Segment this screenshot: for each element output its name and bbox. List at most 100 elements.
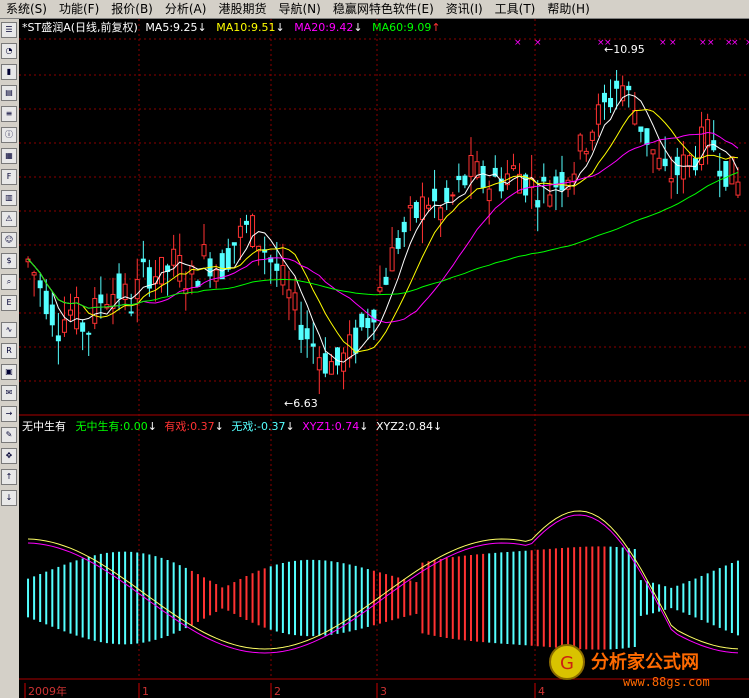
candle-body: [316, 357, 322, 371]
candle-body: [426, 204, 432, 209]
candle-body: [668, 178, 674, 183]
candle-body: [450, 194, 456, 197]
users-icon[interactable]: ☺: [1, 232, 17, 248]
candle-body: [250, 215, 256, 247]
signal-marker: ×: [669, 38, 677, 48]
candle-body: [462, 175, 468, 186]
main-legend: *ST盛润A(日线,前复权) MA5:9.25↓ MA10:9.51↓ MA20…: [22, 21, 441, 34]
candle-body: [322, 353, 328, 374]
candle-body: [662, 158, 668, 167]
x-axis-label: 2009年: [28, 684, 67, 698]
candle-body: [371, 309, 377, 323]
wave-icon[interactable]: ∿: [1, 322, 17, 338]
indicator-main-value: 无中生有:0.00: [75, 420, 148, 433]
calc-icon[interactable]: ▣: [1, 364, 17, 380]
candle-body: [201, 244, 207, 257]
signal-marker: ×: [534, 38, 542, 48]
candle-body: [292, 292, 298, 311]
signal-marker: ×: [745, 38, 749, 48]
quote-list-icon[interactable]: ☰: [1, 22, 17, 38]
candle-body: [717, 170, 723, 177]
menu-sys[interactable]: 系统(S): [0, 0, 53, 18]
indicator-name: 无中生有: [22, 420, 66, 433]
candle-body: [735, 181, 741, 196]
candle-body: [626, 85, 632, 91]
exit-icon[interactable]: →: [1, 406, 17, 422]
signal-marker: ×: [699, 38, 707, 48]
menu-help[interactable]: 帮助(H): [541, 0, 595, 18]
candle-body: [510, 165, 516, 170]
candle-body: [547, 194, 553, 207]
pen-icon[interactable]: ✎: [1, 427, 17, 443]
candle-body: [389, 247, 395, 272]
candle-body: [359, 313, 365, 328]
menu-tools[interactable]: 工具(T): [489, 0, 542, 18]
candle-body: [37, 280, 43, 289]
etf-icon[interactable]: E: [1, 295, 17, 311]
signal-marker: ×: [514, 38, 522, 48]
down-arrow-icon[interactable]: ↓: [1, 490, 17, 506]
menu-special[interactable]: 稳赢网特色软件(E): [327, 0, 440, 18]
candle-body: [159, 256, 165, 285]
candle-body: [298, 324, 304, 340]
candle-body: [286, 289, 292, 299]
x-axis-label: 4: [538, 685, 545, 698]
candle-body: [353, 327, 359, 354]
candle-body: [55, 335, 61, 342]
search-icon[interactable]: ⌕: [1, 274, 17, 290]
down-arrow-icon: ↓: [197, 21, 207, 34]
tick-icon[interactable]: ▥: [1, 190, 17, 206]
candle-body: [686, 155, 692, 168]
f10-icon[interactable]: F: [1, 169, 17, 185]
candle-body: [49, 304, 55, 326]
candle-body: [43, 290, 49, 315]
low-price-label: ←6.63: [284, 397, 318, 410]
menu-analysis[interactable]: 分析(A): [159, 0, 213, 18]
candle-body: [86, 332, 92, 335]
candle-body: [638, 126, 644, 132]
minute-chart-icon[interactable]: ◔: [1, 43, 17, 59]
candle-body: [456, 175, 462, 181]
bar-chart-icon[interactable]: ▤: [1, 85, 17, 101]
up-arrow-icon[interactable]: ↑: [1, 469, 17, 485]
x-axis-label: 3: [380, 685, 387, 698]
candle-body: [432, 188, 438, 202]
candle-body: [608, 97, 614, 108]
youxi-value: 有戏:0.37: [164, 420, 215, 433]
signal-icon[interactable]: ⚠: [1, 211, 17, 227]
news-icon[interactable]: ✉: [1, 385, 17, 401]
candle-body: [334, 347, 340, 366]
candle-body: [577, 134, 583, 152]
menu-nav[interactable]: 导航(N): [272, 0, 326, 18]
depth-icon[interactable]: ≡: [1, 106, 17, 122]
candle-body: [614, 80, 620, 89]
wuxi-value: 无戏:-0.37: [231, 420, 286, 433]
candle-body: [225, 248, 231, 270]
candle-body: [231, 242, 237, 246]
menu-quote[interactable]: 报价(B): [105, 0, 159, 18]
candle-body: [177, 254, 183, 282]
report-icon[interactable]: ▦: [1, 148, 17, 164]
x-axis-label: 2: [274, 685, 281, 698]
move-icon[interactable]: ✥: [1, 448, 17, 464]
candle-body: [723, 161, 729, 187]
menu-info[interactable]: 资讯(I): [440, 0, 489, 18]
candle-body: [680, 154, 686, 180]
signal-marker: ×: [659, 38, 667, 48]
ma10-value: MA10:9.51: [216, 21, 276, 34]
info-icon[interactable]: ⓘ: [1, 127, 17, 143]
down-arrow-icon: ↓: [353, 21, 363, 34]
candle-body: [553, 176, 559, 188]
candle-body: [468, 155, 474, 177]
candle-body: [656, 157, 662, 170]
candle-body: [395, 237, 401, 249]
candle-body: [171, 248, 177, 266]
kline-chart-icon[interactable]: ▮: [1, 64, 17, 80]
fund-icon[interactable]: $: [1, 253, 17, 269]
signal-marker: ×: [731, 38, 739, 48]
rst-icon[interactable]: R: [1, 343, 17, 359]
menu-func[interactable]: 功能(F): [53, 0, 105, 18]
ma5-value: MA5:9.25: [145, 21, 198, 34]
menu-hk[interactable]: 港股期货: [212, 0, 272, 18]
candle-body: [80, 322, 86, 332]
